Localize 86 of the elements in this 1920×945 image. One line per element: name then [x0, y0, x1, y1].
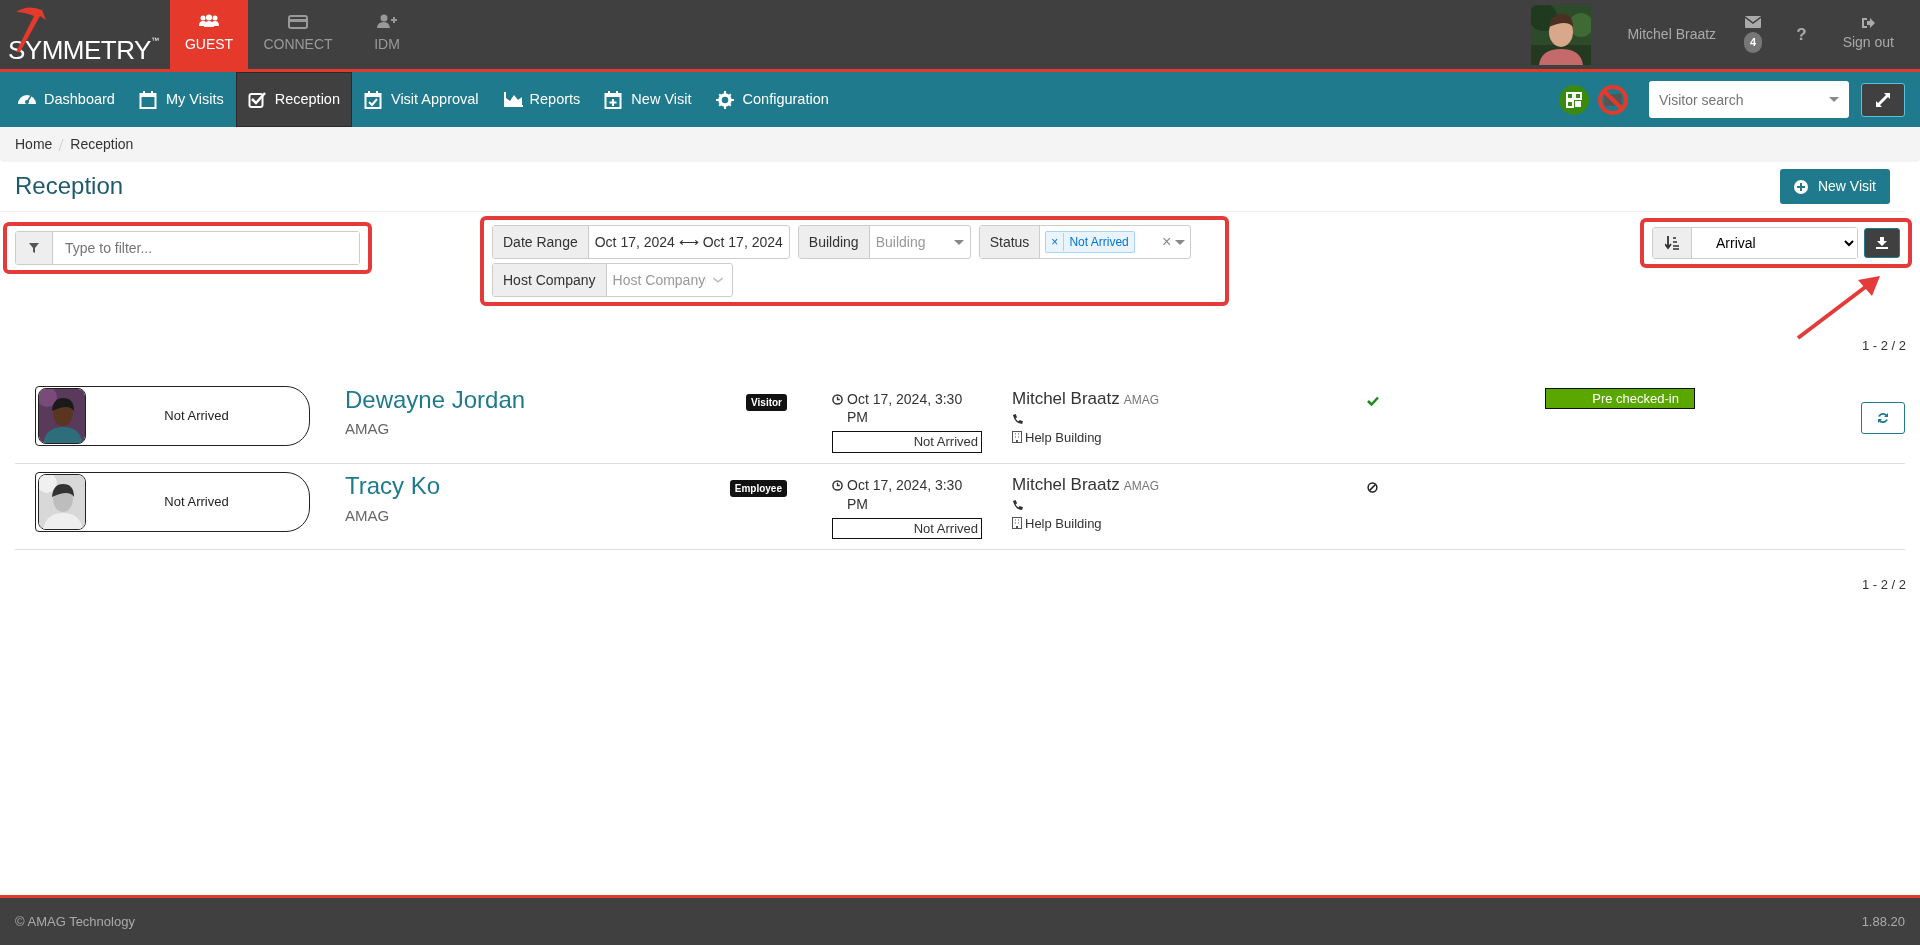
nav-tab[interactable]: Reports — [490, 72, 593, 127]
qr-code-icon[interactable] — [1559, 84, 1589, 115]
visitor-name[interactable]: Tracy Ko — [345, 471, 441, 501]
visit-status: Not Arrived — [163, 406, 230, 425]
pagination-count: 1 - 2 / 2 — [1861, 338, 1906, 353]
refresh-button[interactable] — [1861, 401, 1905, 434]
visit-card[interactable]: Not Arrived — [35, 385, 310, 446]
calendar-check-icon — [364, 90, 384, 109]
date-range-field[interactable]: Date Range Oct 17, 2024 ⟷ Oct 17, 2024 — [492, 225, 790, 259]
page-title: Reception — [15, 172, 124, 201]
chevron-down-icon — [705, 275, 726, 285]
sort-icon — [1665, 236, 1679, 250]
gear-icon — [715, 90, 736, 109]
building-name: Help Building — [1025, 430, 1102, 445]
phone-icon — [1012, 414, 1023, 425]
users-icon — [198, 14, 220, 30]
visitor-company: AMAG — [345, 419, 391, 440]
nav-tab[interactable]: Visit Approval — [352, 72, 491, 127]
building-icon — [1012, 431, 1022, 443]
visit-time: Oct 17, 2024, 3:30 PM — [847, 475, 964, 514]
clock-icon — [832, 393, 843, 405]
new-visit-button[interactable]: New Visit — [1779, 169, 1890, 204]
filter-select[interactable]: Building Building — [797, 225, 971, 259]
expand-icon — [1876, 92, 1890, 107]
calendar-plus-icon — [604, 90, 625, 109]
caret-icon — [1829, 97, 1839, 102]
status-tag[interactable]: × Not Arrived — [1045, 231, 1135, 253]
sort-select[interactable]: Arrival — [1652, 227, 1858, 259]
fullscreen-button[interactable] — [1861, 82, 1905, 117]
select-placeholder: Host Company — [612, 270, 706, 290]
visitor-type-tag: Employee — [729, 479, 787, 497]
visitor-company: AMAG — [345, 505, 391, 526]
host-name: Mitchel Braatz — [1012, 388, 1120, 408]
building-icon — [1012, 517, 1022, 530]
filter-icon — [29, 243, 39, 253]
breadcrumb-current: Reception — [70, 135, 134, 154]
nav-tab[interactable]: My Visits — [126, 72, 236, 127]
pagination-count: 1 - 2 / 2 — [1861, 577, 1906, 593]
nav-tab[interactable]: New Visit — [592, 72, 704, 127]
calendar-icon — [138, 90, 159, 109]
card-icon — [287, 14, 309, 30]
visitor-type-tag: Visitor — [746, 393, 787, 411]
visitor-name[interactable]: Dewayne Jordan — [345, 385, 526, 415]
refresh-icon — [1877, 411, 1889, 424]
checkbox-icon — [247, 90, 268, 109]
app-tab[interactable]: GUEST — [170, 0, 248, 69]
visit-time: Oct 17, 2024, 3:30 PM — [847, 389, 964, 428]
breadcrumb-link[interactable]: Home — [15, 134, 53, 155]
plus-circle-icon — [1793, 179, 1808, 194]
sign-out-button[interactable]: Sign out — [1836, 15, 1900, 54]
visit-card[interactable]: Not Arrived — [35, 471, 310, 532]
envelope-icon — [1745, 16, 1762, 29]
arrival-status: Not Arrived — [832, 431, 982, 453]
phone-icon — [1012, 500, 1023, 512]
user-name: Mitchel Braatz — [1627, 25, 1717, 44]
filter-select[interactable]: Status × Not Arrived × — [978, 225, 1192, 259]
logo: SYMMETRY™ — [0, 0, 170, 69]
clear-button[interactable]: × — [1162, 230, 1172, 254]
app-tab[interactable]: IDM — [348, 0, 426, 69]
filter-select[interactable]: Host Company Host Company — [492, 263, 733, 297]
nav-tab[interactable]: Configuration — [703, 72, 841, 127]
host-company: AMAG — [1123, 392, 1160, 407]
download-button[interactable] — [1864, 228, 1900, 258]
nav-tab[interactable]: Reception — [235, 72, 352, 127]
host-name: Mitchel Braatz — [1012, 474, 1120, 494]
building-name: Help Building — [1025, 516, 1102, 532]
help-button[interactable]: ? — [1790, 20, 1813, 49]
filter-field[interactable]: Type to filter... — [15, 231, 360, 265]
messages-button[interactable]: 4 — [1738, 15, 1769, 54]
visitor-search-field[interactable]: Visitor search — [1649, 81, 1849, 118]
select-placeholder: Building — [875, 232, 926, 252]
app-tab[interactable]: CONNECT — [248, 0, 348, 69]
user-plus-icon — [376, 14, 398, 30]
pre-check-in-status: Pre checked-in — [1545, 387, 1695, 409]
version-text: 1.88.20 — [1861, 912, 1905, 931]
separator-icon — [58, 138, 65, 151]
clock-icon — [832, 479, 843, 491]
count-badge: 4 — [1744, 32, 1763, 53]
arrival-status: Not Arrived — [832, 517, 982, 540]
nav-tab[interactable]: Dashboard — [5, 72, 127, 127]
host-company: AMAG — [1123, 478, 1160, 493]
download-icon — [1876, 237, 1888, 249]
copyright-text: © AMAG Technology — [15, 912, 135, 931]
visit-status: Not Arrived — [163, 493, 230, 512]
area-chart-icon — [502, 90, 523, 109]
sign-out-icon — [1861, 16, 1876, 29]
